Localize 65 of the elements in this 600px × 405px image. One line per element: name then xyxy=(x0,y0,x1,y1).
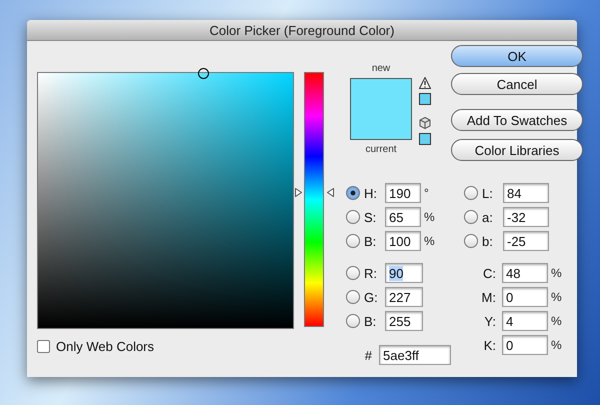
value-field[interactable]: 90 xyxy=(385,263,423,283)
field-label: R: xyxy=(364,266,378,280)
field-label: B: xyxy=(364,314,378,328)
hue-slider[interactable] xyxy=(295,72,334,327)
field-label: S: xyxy=(364,210,378,224)
radio-button[interactable] xyxy=(464,234,478,248)
field-label: a: xyxy=(482,210,494,224)
dialog-button[interactable]: Cancel xyxy=(451,73,583,95)
value-field[interactable]: 0 xyxy=(502,335,548,355)
radio-button[interactable] xyxy=(346,290,360,304)
warning-icon[interactable] xyxy=(419,77,431,89)
field-label: b: xyxy=(482,234,494,248)
field-label: K: xyxy=(482,338,497,352)
radio-button[interactable] xyxy=(464,186,478,200)
field-label: L: xyxy=(482,186,494,200)
slider-arrow-icon[interactable] xyxy=(295,188,302,197)
value-field[interactable]: 0 xyxy=(502,287,548,307)
unit-label: % xyxy=(424,210,435,224)
only-web-colors-checkbox[interactable]: Only Web Colors xyxy=(37,339,294,354)
unit-label: ° xyxy=(424,186,429,200)
field-label: M: xyxy=(480,290,497,304)
radio-button[interactable] xyxy=(346,210,360,224)
value-field[interactable]: 255 xyxy=(385,311,423,331)
field-label: Y: xyxy=(483,314,497,328)
hex-field[interactable]: 5ae3ff xyxy=(379,345,451,365)
value-field[interactable]: -32 xyxy=(503,207,549,227)
current-label: current xyxy=(365,144,397,155)
color-marker[interactable] xyxy=(198,68,209,79)
unit-label: % xyxy=(424,234,435,248)
value-field[interactable]: -25 xyxy=(503,231,549,251)
hue-slider-handle[interactable] xyxy=(295,188,334,197)
hex-label: # xyxy=(364,348,373,362)
field-label: G: xyxy=(364,290,379,304)
selected-text: 255 xyxy=(389,314,411,328)
value-field[interactable]: 4 xyxy=(502,311,548,331)
cube-icon[interactable] xyxy=(419,117,431,129)
web-safe-swatch[interactable] xyxy=(419,133,431,145)
color-swatch xyxy=(350,78,412,140)
selected-text: 90 xyxy=(389,266,404,280)
unit-label: % xyxy=(551,338,562,352)
field-label: H: xyxy=(364,186,378,200)
field-label: B: xyxy=(364,234,378,248)
value-field[interactable]: 100 xyxy=(385,231,421,251)
gamut-swatch[interactable] xyxy=(419,93,431,105)
value-field[interactable]: 65 xyxy=(385,207,421,227)
selected-text: 227 xyxy=(389,290,411,304)
unit-label: % xyxy=(551,290,562,304)
field-label: C: xyxy=(482,266,497,280)
radio-button[interactable] xyxy=(464,210,478,224)
slider-arrow-icon[interactable] xyxy=(327,188,334,197)
window-title: Color Picker (Foreground Color) xyxy=(27,20,577,41)
dialog-button[interactable]: Color Libraries xyxy=(451,139,583,161)
ok-button[interactable]: OK xyxy=(451,45,583,67)
unit-label: % xyxy=(551,266,562,280)
value-field[interactable]: 227 xyxy=(385,287,423,307)
radio-button[interactable] xyxy=(346,186,360,200)
value-field[interactable]: 190 xyxy=(385,183,421,203)
value-field[interactable]: 48 xyxy=(502,263,548,283)
unit-label: % xyxy=(551,314,562,328)
new-label: new xyxy=(372,63,390,74)
radio-button[interactable] xyxy=(346,314,360,328)
dialog-button[interactable]: Add To Swatches xyxy=(451,109,583,131)
radio-button[interactable] xyxy=(346,266,360,280)
value-field[interactable]: 84 xyxy=(503,183,549,203)
radio-button[interactable] xyxy=(346,234,360,248)
